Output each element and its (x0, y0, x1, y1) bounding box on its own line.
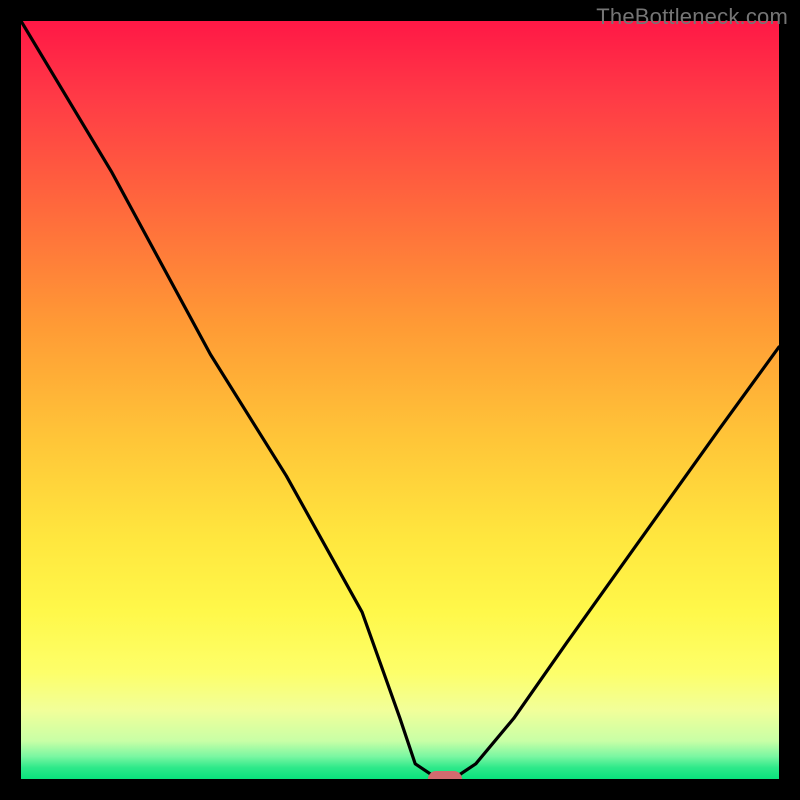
bottleneck-curve (21, 21, 779, 779)
plot-area (21, 21, 779, 779)
chart-frame: TheBottleneck.com (0, 0, 800, 800)
watermark-text: TheBottleneck.com (596, 4, 788, 30)
bottleneck-marker (428, 771, 462, 779)
